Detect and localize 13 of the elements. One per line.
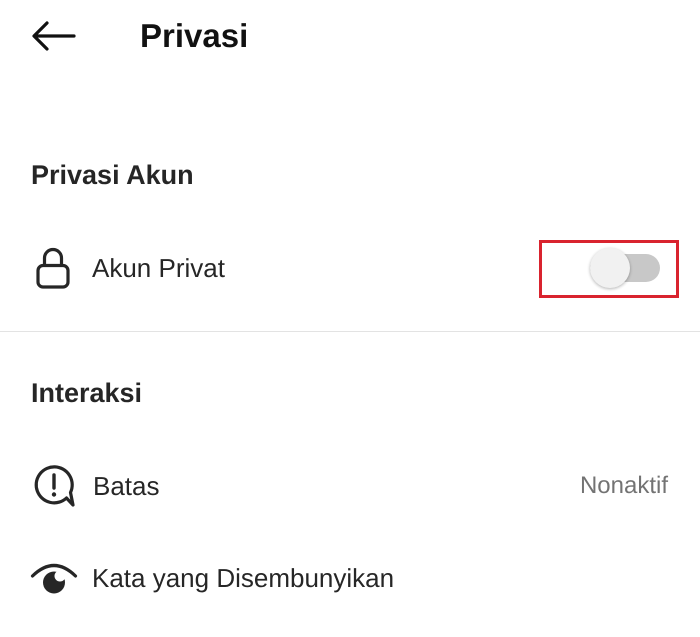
page-title: Privasi	[140, 16, 248, 56]
alert-bubble-icon	[33, 465, 75, 507]
section-heading: Interaksi	[31, 377, 144, 410]
lock-icon	[36, 247, 70, 289]
setting-label: Kata yang Disembunyikan	[92, 562, 396, 595]
eye-icon	[30, 561, 78, 595]
section-heading: Privasi Akun	[31, 159, 195, 192]
setting-label: Batas	[93, 470, 160, 503]
toggle-switch[interactable]	[590, 248, 660, 288]
back-arrow-icon	[32, 21, 76, 51]
setting-label: Akun Privat	[92, 252, 226, 285]
back-button[interactable]	[31, 20, 77, 52]
setting-value: Nonaktif	[580, 471, 668, 501]
